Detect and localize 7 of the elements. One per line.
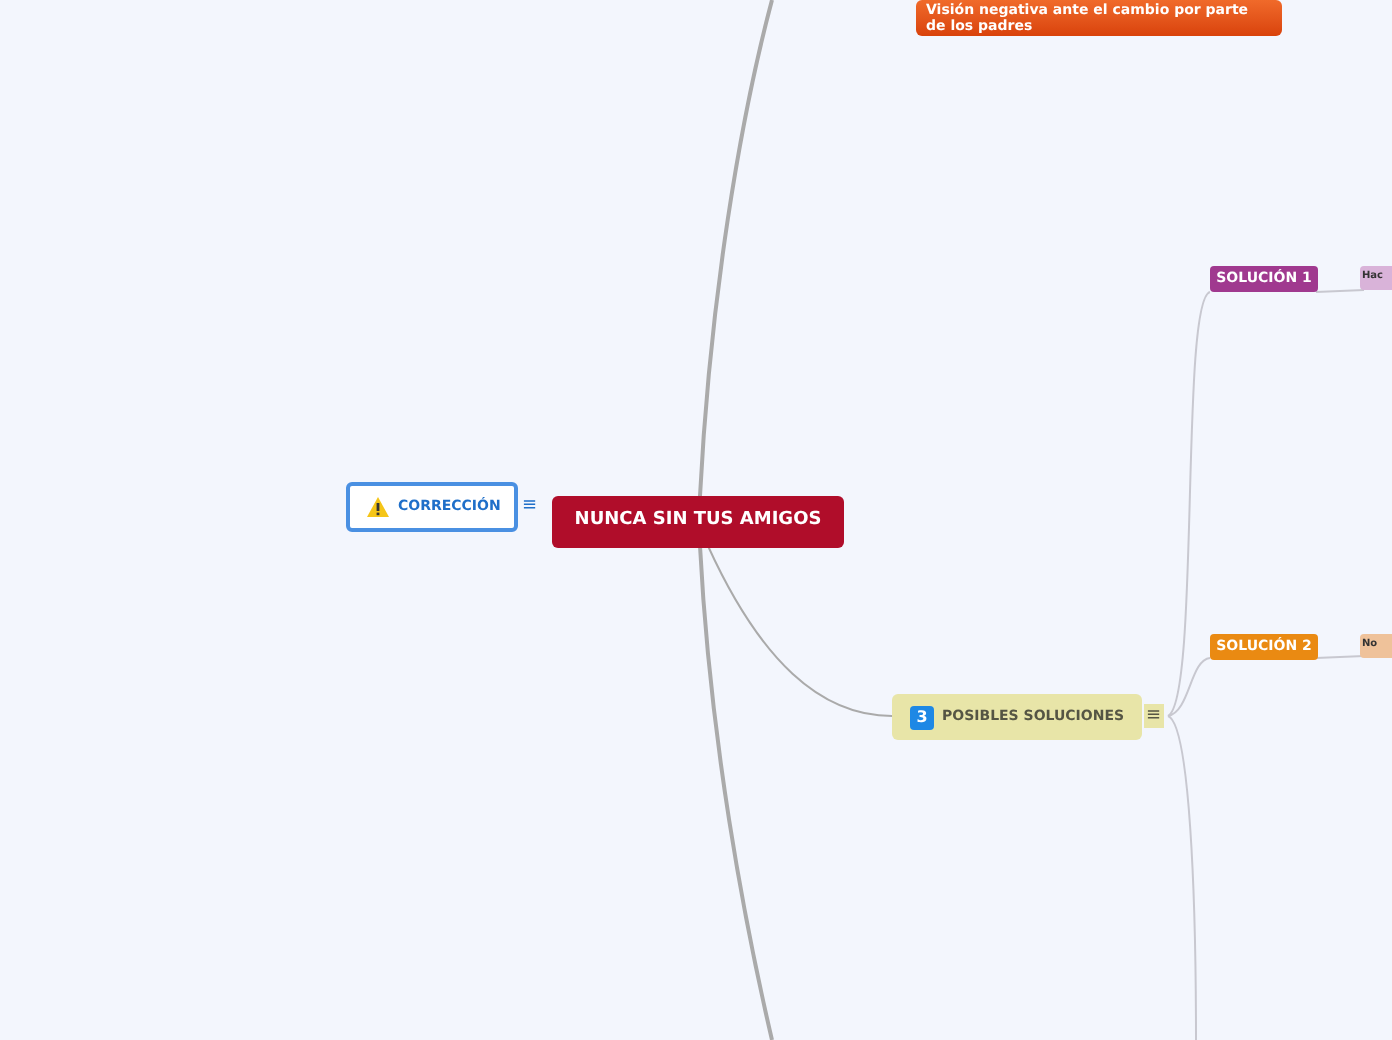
- notes-icon[interactable]: ≡: [1144, 704, 1164, 728]
- notes-icon[interactable]: ≡: [522, 494, 538, 518]
- connector-line: [1315, 289, 1365, 293]
- central-topic[interactable]: NUNCA SIN TUS AMIGOS: [552, 496, 844, 548]
- connector-line: [1315, 655, 1365, 659]
- number-badge: 3: [910, 705, 934, 729]
- warning-icon: [366, 496, 390, 518]
